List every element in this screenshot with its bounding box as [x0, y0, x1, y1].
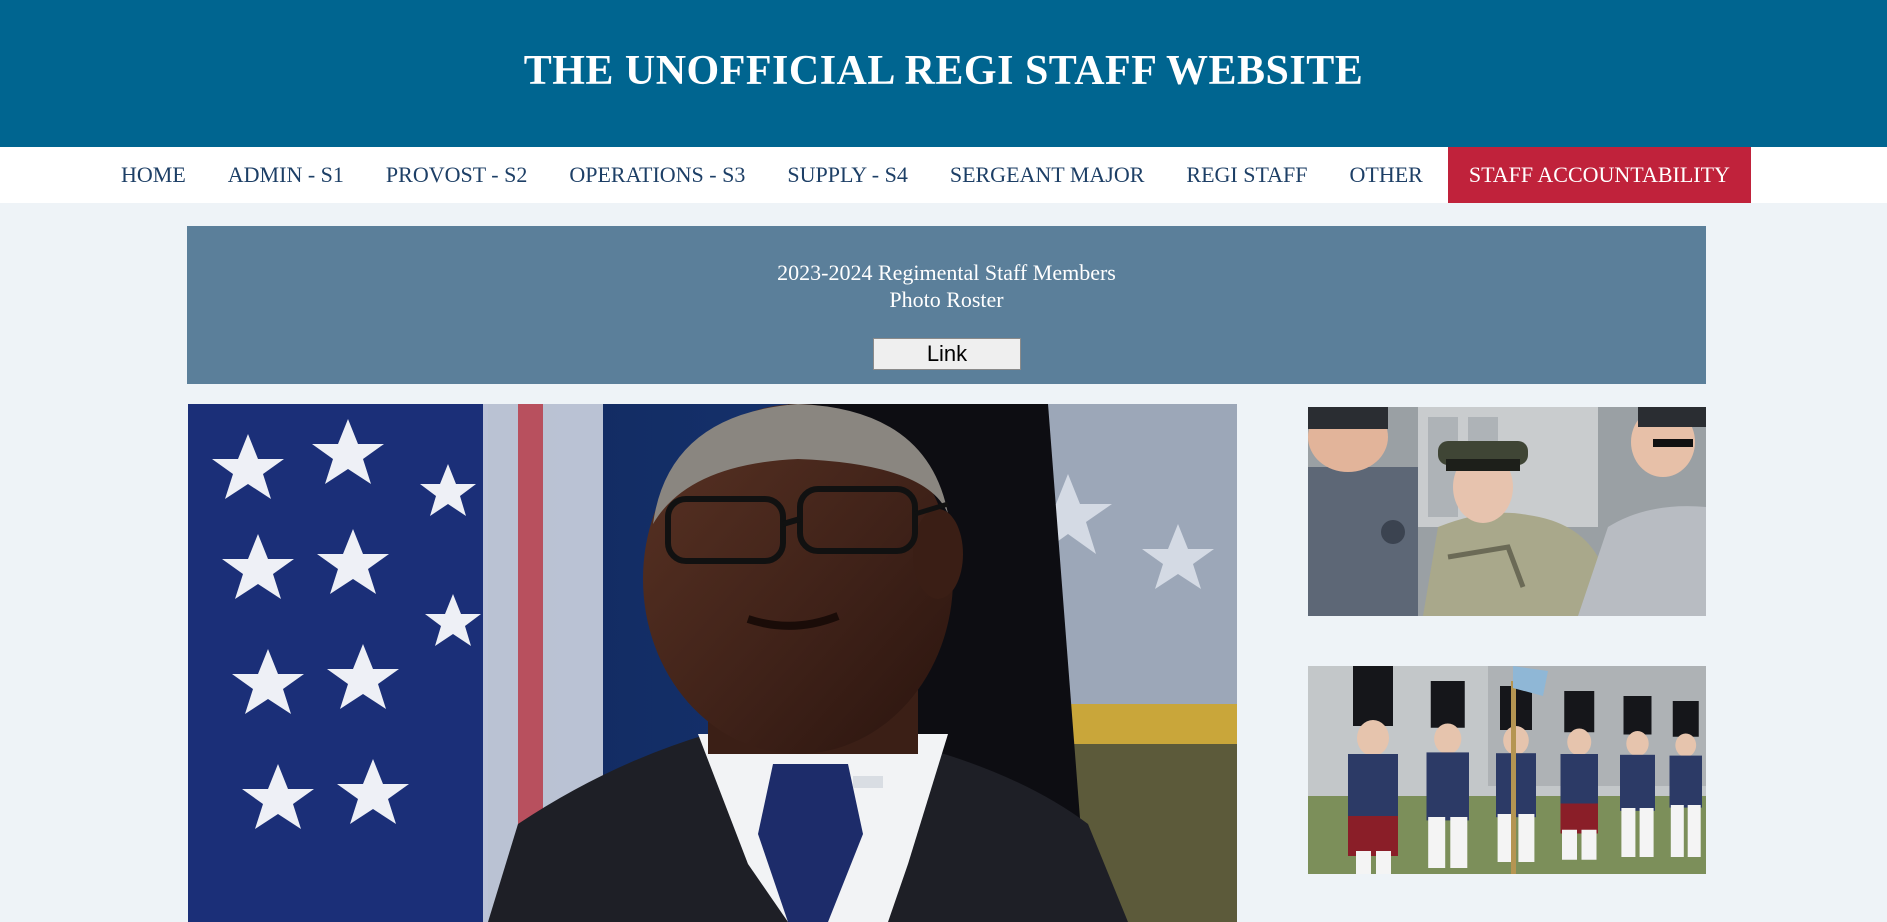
photo-roster-link-button[interactable]: Link [873, 338, 1021, 370]
nav-item-supply-s4[interactable]: SUPPLY - S4 [766, 147, 928, 203]
nav-item-regi-staff[interactable]: REGI STAFF [1165, 147, 1328, 203]
nav-item-home[interactable]: HOME [100, 147, 207, 203]
nav-list: HOME ADMIN - S1 PROVOST - S2 OPERATIONS … [100, 147, 1751, 203]
site-header: THE UNOFFICIAL REGI STAFF WEBSITE [0, 0, 1887, 147]
nav-item-other[interactable]: OTHER [1329, 147, 1444, 203]
main-nav: HOME ADMIN - S1 PROVOST - S2 OPERATIONS … [0, 147, 1887, 203]
main-portrait-image [188, 404, 1237, 922]
nav-item-staff-accountability[interactable]: STAFF ACCOUNTABILITY [1447, 147, 1751, 203]
photo-roster-banner: 2023-2024 Regimental Staff Members Photo… [187, 226, 1706, 384]
banner-subheading: Photo Roster [889, 287, 1004, 312]
site-title: THE UNOFFICIAL REGI STAFF WEBSITE [523, 47, 1364, 94]
nav-item-operations-s3[interactable]: OPERATIONS - S3 [548, 147, 766, 203]
nav-item-provost-s2[interactable]: PROVOST - S2 [365, 147, 548, 203]
banner-heading: 2023-2024 Regimental Staff Members [777, 260, 1116, 285]
nav-item-sergeant-major[interactable]: SERGEANT MAJOR [929, 147, 1166, 203]
cadets-marching-image [1308, 666, 1706, 874]
uniform-inspection-image [1308, 407, 1706, 616]
nav-item-admin-s1[interactable]: ADMIN - S1 [207, 147, 365, 203]
